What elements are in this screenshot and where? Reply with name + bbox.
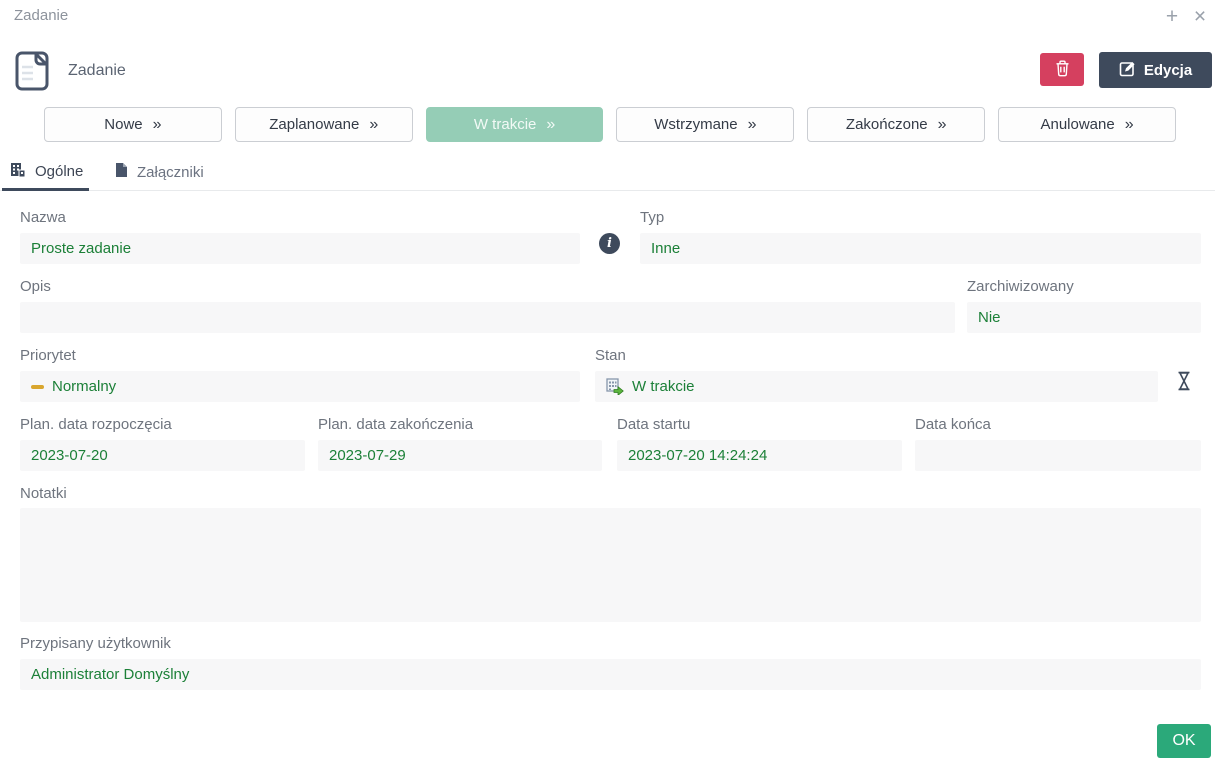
notatki-label: Notatki [20,485,67,502]
chevron-right-icon: » [1125,116,1134,134]
history-hourglass-icon[interactable] [1176,371,1192,394]
zarchiwizowany-field[interactable]: Nie [967,302,1201,333]
workflow-button-w-trakcie[interactable]: W trakcie » [426,107,604,142]
window-close-icon[interactable]: × [1187,4,1213,30]
chevron-right-icon: » [369,116,378,134]
plan-data-zakonczenia-label: Plan. data zakończenia [318,416,473,433]
attachment-file-icon [115,162,128,182]
tab-bar: Ogólne Załączniki [0,160,1215,191]
workflow-button-label: Anulowane [1040,116,1114,133]
typ-field[interactable]: Inne [640,233,1201,264]
workflow-state-row: Nowe » Zaplanowane » W trakcie » Wstrzym… [44,107,1176,142]
opis-label: Opis [20,278,51,295]
workflow-button-zaplanowane[interactable]: Zaplanowane » [235,107,413,142]
chevron-right-icon: » [748,116,757,134]
window-plus-icon[interactable]: + [1159,4,1185,30]
workflow-button-nowe[interactable]: Nowe » [44,107,222,142]
zarchiwizowany-value: Nie [978,309,1001,326]
zarchiwizowany-label: Zarchiwizowany [967,278,1074,295]
plan-data-rozpoczecia-field[interactable]: 2023-07-20 [20,440,305,471]
workflow-button-anulowane[interactable]: Anulowane » [998,107,1176,142]
chevron-right-icon: » [938,116,947,134]
plan-data-rozpoczecia-label: Plan. data rozpoczęcia [20,416,172,433]
data-startu-value: 2023-07-20 14:24:24 [628,447,767,464]
stan-label: Stan [595,347,626,364]
form-building-icon [10,162,26,181]
workflow-button-label: Zakończone [846,116,928,133]
opis-field[interactable] [20,302,955,333]
plan-data-rozpoczecia-value: 2023-07-20 [31,447,108,464]
notatki-textarea[interactable] [20,508,1201,622]
ok-button[interactable]: OK [1157,724,1211,758]
workflow-button-label: Nowe [104,116,142,133]
priorytet-field[interactable]: Normalny [20,371,580,402]
priorytet-label: Priorytet [20,347,76,364]
edit-button-label: Edycja [1144,62,1192,79]
chevron-right-icon: » [153,116,162,134]
trash-icon [1055,60,1070,80]
przypisany-uzytkownik-label: Przypisany użytkownik [20,635,171,652]
plan-data-zakonczenia-value: 2023-07-29 [329,447,406,464]
tab-zalaczniki[interactable]: Załączniki [115,162,204,182]
data-startu-label: Data startu [617,416,690,433]
plan-data-zakonczenia-field[interactable]: 2023-07-29 [318,440,602,471]
przypisany-uzytkownik-field[interactable]: Administrator Domyślny [20,659,1201,690]
stan-field[interactable]: W trakcie [595,371,1158,402]
stan-value: W trakcie [632,378,695,395]
workflow-button-label: Zaplanowane [269,116,359,133]
nazwa-label: Nazwa [20,209,66,226]
workflow-button-wstrzymane[interactable]: Wstrzymane » [616,107,794,142]
page-title: Zadanie [68,62,126,80]
chevron-right-icon: » [546,116,555,134]
info-icon[interactable]: i [599,233,620,254]
typ-label: Typ [640,209,664,226]
window-title: Zadanie [14,7,68,24]
nazwa-value: Proste zadanie [31,240,131,257]
active-tab-underline [2,188,89,191]
workflow-button-label: Wstrzymane [654,116,737,133]
tab-ogolne[interactable]: Ogólne [10,162,83,181]
edit-button[interactable]: Edycja [1099,52,1212,88]
data-startu-field[interactable]: 2023-07-20 14:24:24 [617,440,902,471]
typ-value: Inne [651,240,680,257]
tab-label: Ogólne [35,163,83,180]
workflow-button-zakonczone[interactable]: Zakończone » [807,107,985,142]
data-konca-field[interactable] [915,440,1201,471]
workflow-button-label: W trakcie [474,116,537,133]
edit-pencil-icon [1119,60,1136,81]
tab-label: Załączniki [137,164,204,181]
data-konca-label: Data końca [915,416,991,433]
state-grid-arrow-icon [606,378,624,395]
przypisany-uzytkownik-value: Administrator Domyślny [31,666,189,683]
task-dialog: { "window": { "title": "Zadanie", "plus_… [0,0,1215,772]
priority-normal-icon [31,385,44,389]
task-document-icon [14,50,50,97]
delete-button[interactable] [1040,53,1084,86]
priorytet-value: Normalny [52,378,116,395]
nazwa-field[interactable]: Proste zadanie [20,233,580,264]
